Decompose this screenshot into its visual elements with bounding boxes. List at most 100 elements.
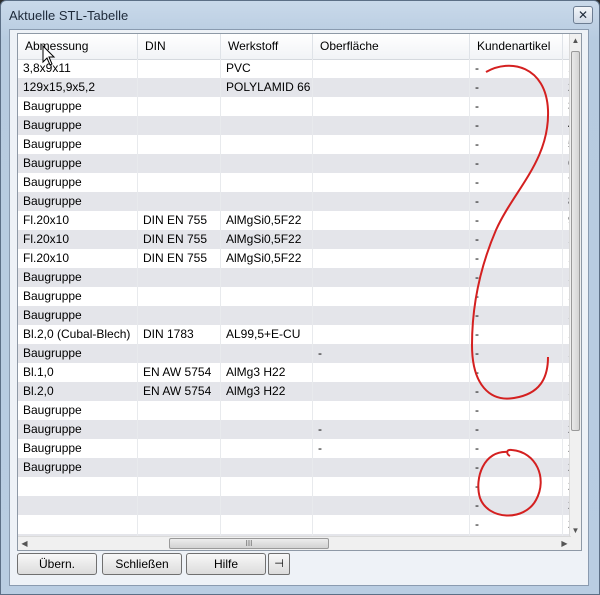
column-header-kundenartikel[interactable]: Kundenartikel [470, 34, 563, 59]
table-cell [313, 325, 470, 344]
table-cell: Baugruppe [18, 306, 138, 325]
table-row[interactable]: Fl.20x10DIN EN 755AlMgSi0,5F22-1 [18, 230, 573, 249]
table-cell [18, 515, 138, 534]
title-bar[interactable]: Aktuelle STL-Tabelle ✕ [1, 1, 599, 29]
table-cell: Bl.2,0 (Cubal-Blech) [18, 325, 138, 344]
table-cell [138, 116, 221, 135]
table-cell: - [470, 230, 563, 249]
table-cell: - [313, 344, 470, 363]
table-cell: - [470, 211, 563, 230]
stl-grid: Abmessung DIN Werkstoff Oberfläche Kunde… [17, 33, 582, 551]
table-cell [313, 363, 470, 382]
table-cell [221, 515, 313, 534]
horizontal-scroll-thumb[interactable]: III [169, 538, 329, 549]
table-cell [221, 496, 313, 515]
table-cell: - [470, 458, 563, 477]
table-cell: POLYLAMID 66 [221, 78, 313, 97]
table-cell: AL99,5+E-CU [221, 325, 313, 344]
vertical-scrollbar[interactable]: ▲ ▼ [569, 34, 581, 550]
table-cell: EN AW 5754 [138, 363, 221, 382]
accept-button[interactable]: Übern. [17, 553, 97, 575]
table-row[interactable]: Baugruppe-6 [18, 154, 573, 173]
table-cell: DIN EN 755 [138, 211, 221, 230]
table-cell [138, 401, 221, 420]
table-cell: - [470, 515, 563, 534]
table-cell [221, 97, 313, 116]
table-row[interactable]: Baugruppe-3 [18, 97, 573, 116]
table-cell [313, 287, 470, 306]
table-row[interactable]: -2 [18, 515, 573, 534]
scroll-down-arrow-icon[interactable]: ▼ [570, 524, 581, 538]
table-cell: AlMgSi0,5F22 [221, 249, 313, 268]
table-cell [313, 306, 470, 325]
table-cell [313, 192, 470, 211]
close-window-button[interactable]: ✕ [573, 6, 593, 24]
table-cell: - [470, 268, 563, 287]
table-row[interactable]: -2 [18, 496, 573, 515]
table-cell [138, 154, 221, 173]
table-cell: AlMg3 H22 [221, 363, 313, 382]
table-row[interactable]: 3,8x9x11PVC-1 [18, 59, 573, 78]
table-cell: Baugruppe [18, 344, 138, 363]
table-row[interactable]: Baugruppe-1 [18, 268, 573, 287]
table-cell: Fl.20x10 [18, 230, 138, 249]
table-cell [313, 211, 470, 230]
horizontal-scrollbar[interactable]: ◀ III ▶ [18, 536, 571, 550]
table-row[interactable]: Bl.1,0EN AW 5754AlMg3 H22-1 [18, 363, 573, 382]
close-button[interactable]: Schließen [102, 553, 182, 575]
table-cell: Baugruppe [18, 268, 138, 287]
table-cell: Baugruppe [18, 154, 138, 173]
table-cell: - [470, 439, 563, 458]
scroll-up-arrow-icon[interactable]: ▲ [570, 34, 581, 48]
window-title: Aktuelle STL-Tabelle [9, 8, 129, 23]
table-row[interactable]: Baugruppe--2 [18, 439, 573, 458]
table-row[interactable]: Bl.2,0EN AW 5754AlMg3 H22-1 [18, 382, 573, 401]
table-cell: - [470, 477, 563, 496]
table-cell: AlMgSi0,5F22 [221, 230, 313, 249]
table-cell: Baugruppe [18, 116, 138, 135]
table-row[interactable]: Fl.20x10DIN EN 755AlMgSi0,5F22-9 [18, 211, 573, 230]
table-row[interactable]: Baugruppe-2 [18, 458, 573, 477]
table-cell: - [470, 382, 563, 401]
table-cell [138, 515, 221, 534]
table-row[interactable]: Baugruppe-1 [18, 306, 573, 325]
table-row[interactable]: Baugruppe-5 [18, 135, 573, 154]
table-row[interactable]: Baugruppe-8 [18, 192, 573, 211]
grid-header: Abmessung DIN Werkstoff Oberfläche Kunde… [18, 34, 573, 60]
column-header-din[interactable]: DIN [138, 34, 221, 59]
table-cell [313, 458, 470, 477]
table-cell [313, 249, 470, 268]
table-row[interactable]: Bl.2,0 (Cubal-Blech) DIN 1783 AL99,5+E-CU -… [18, 325, 573, 344]
table-cell [313, 135, 470, 154]
table-row[interactable]: 129x15,9x5,2POLYLAMID 66-2 [18, 78, 573, 97]
table-cell: Baugruppe [18, 192, 138, 211]
table-cell: Fl.20x10 [18, 249, 138, 268]
table-cell: - [470, 306, 563, 325]
help-button[interactable]: Hilfe [186, 553, 266, 575]
stl-table-window: Aktuelle STL-Tabelle ✕ Abmessung DIN Wer… [0, 0, 600, 595]
column-header-abmessung[interactable]: Abmessung [18, 34, 138, 59]
table-cell: - [470, 97, 563, 116]
table-row[interactable]: Baugruppe-1 [18, 401, 573, 420]
table-row[interactable]: Baugruppe-4 [18, 116, 573, 135]
table-row[interactable]: Baugruppe-7 [18, 173, 573, 192]
table-cell: Baugruppe [18, 287, 138, 306]
scroll-right-arrow-icon[interactable]: ▶ [559, 537, 570, 550]
table-row[interactable]: Baugruppe--1 [18, 344, 573, 363]
pin-icon[interactable]: ⊣ [268, 553, 290, 575]
table-cell [138, 78, 221, 97]
scroll-left-arrow-icon[interactable]: ◀ [19, 537, 30, 550]
table-cell [138, 477, 221, 496]
table-row[interactable]: Baugruppe-1 [18, 287, 573, 306]
vertical-scroll-thumb[interactable] [571, 51, 580, 431]
table-cell [138, 192, 221, 211]
table-cell [313, 496, 470, 515]
table-row[interactable]: -2 [18, 477, 573, 496]
table-cell: - [470, 325, 563, 344]
table-row[interactable]: Baugruppe--2 [18, 420, 573, 439]
table-cell [313, 515, 470, 534]
table-row[interactable]: Fl.20x10DIN EN 755AlMgSi0,5F22-1 [18, 249, 573, 268]
column-header-werkstoff[interactable]: Werkstoff [221, 34, 313, 59]
column-header-oberflaeche[interactable]: Oberfläche [313, 34, 470, 59]
table-cell [18, 496, 138, 515]
